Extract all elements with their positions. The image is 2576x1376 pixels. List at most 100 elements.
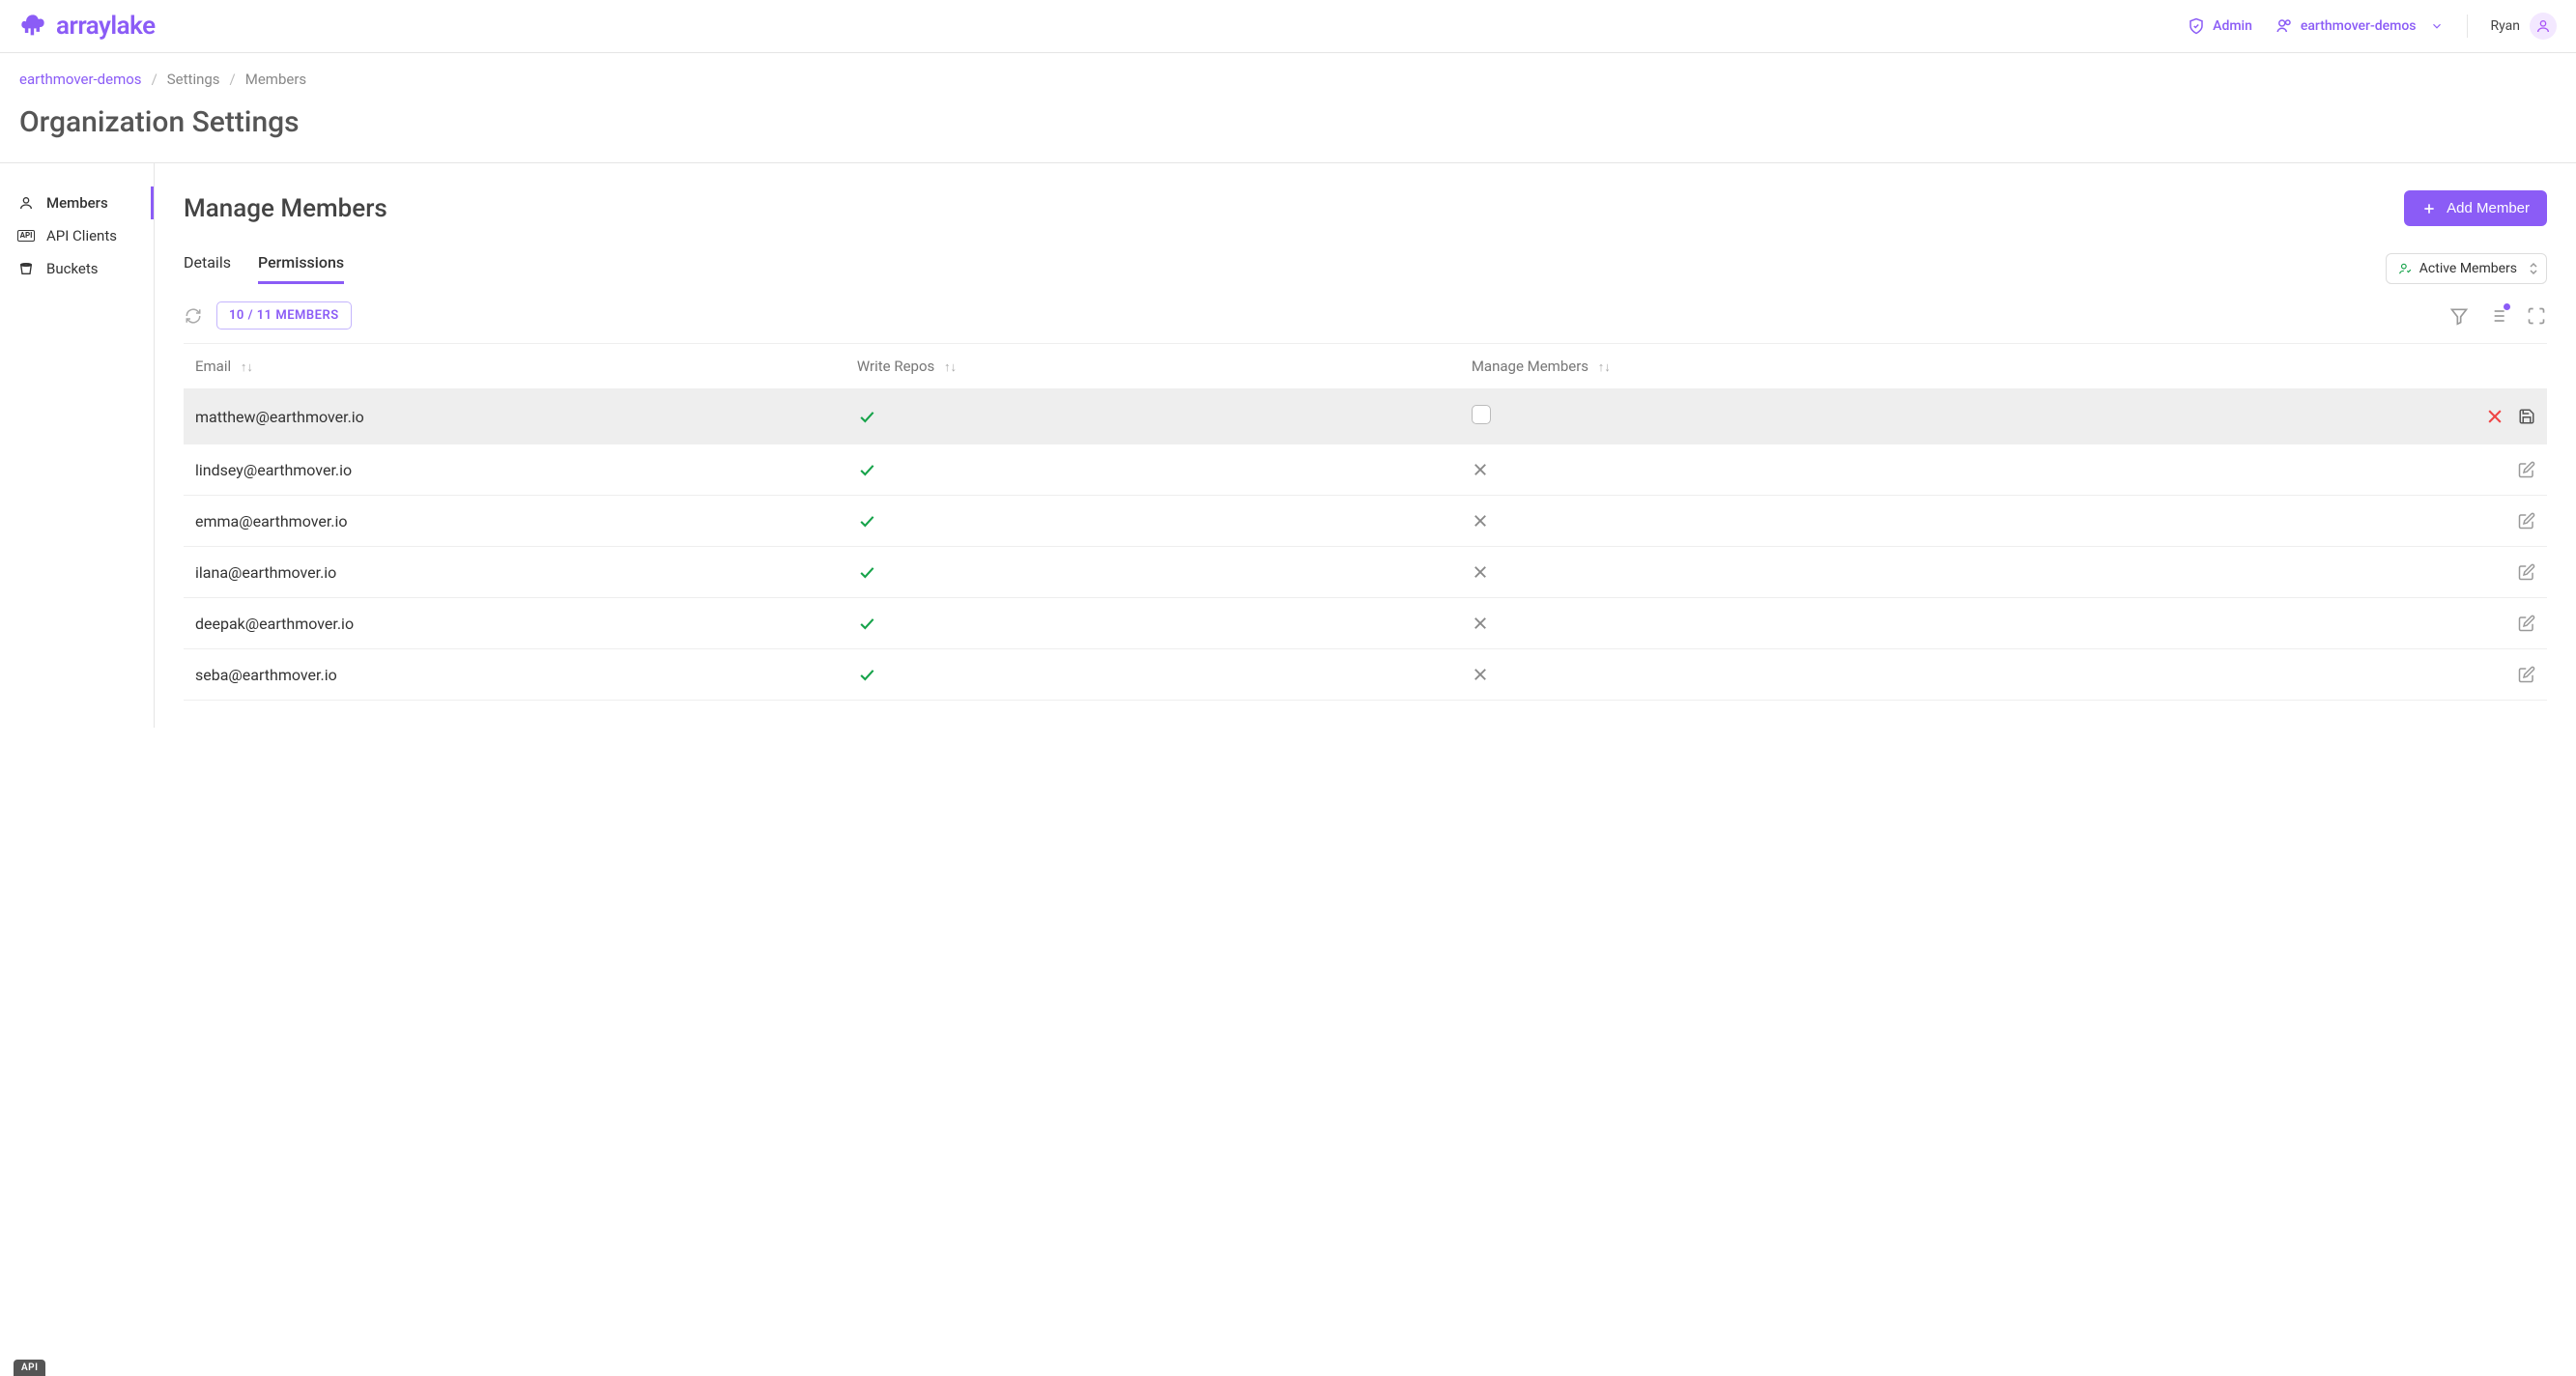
check-icon	[857, 460, 1448, 479]
cell-manage-members	[1460, 547, 2169, 598]
x-icon	[1472, 461, 2158, 478]
cell-manage-members	[1460, 598, 2169, 649]
members-table: Email ↑↓ Write Repos ↑↓ Manage Members ↑…	[184, 343, 2547, 701]
sidebar-item-members[interactable]: Members	[0, 186, 154, 219]
layout: Members API API Clients Buckets Manage M…	[0, 163, 2576, 728]
admin-link[interactable]: Admin	[2188, 17, 2252, 35]
user-menu[interactable]: Ryan	[2491, 13, 2558, 40]
cell-actions	[2169, 496, 2547, 547]
table-body: matthew@earthmover.iolindsey@earthmover.…	[184, 389, 2547, 701]
sidebar-item-api-clients[interactable]: API API Clients	[0, 219, 154, 252]
table-row: deepak@earthmover.io	[184, 598, 2547, 649]
edit-button[interactable]	[2518, 615, 2535, 632]
org-switcher[interactable]: earthmover-demos	[2275, 17, 2444, 35]
member-count-badge: 10 / 11 MEMBERS	[216, 301, 352, 330]
logo[interactable]: arraylake	[19, 12, 156, 41]
column-header-actions	[2169, 344, 2547, 389]
x-icon	[1472, 563, 2158, 581]
cell-manage-members[interactable]	[1460, 389, 2169, 444]
column-header-write-repos[interactable]: Write Repos ↑↓	[845, 344, 1460, 389]
toolbar: 10 / 11 MEMBERS	[184, 301, 2547, 330]
user-check-icon	[2398, 262, 2412, 275]
column-header-email[interactable]: Email ↑↓	[184, 344, 845, 389]
breadcrumb-page: Members	[245, 71, 306, 88]
check-icon	[857, 407, 1448, 426]
breadcrumb-sep: /	[230, 71, 236, 88]
cell-email: seba@earthmover.io	[184, 649, 845, 701]
cell-email: deepak@earthmover.io	[184, 598, 845, 649]
sidebar-item-label: Buckets	[46, 260, 99, 277]
cancel-button[interactable]	[2485, 407, 2504, 426]
app-header: arraylake Admin earthmover-demos Ryan	[0, 0, 2576, 53]
toolbar-left: 10 / 11 MEMBERS	[184, 301, 352, 330]
cell-manage-members	[1460, 496, 2169, 547]
table-row: ilana@earthmover.io	[184, 547, 2547, 598]
filter-select-label: Active Members	[2419, 261, 2517, 276]
cell-actions	[2169, 444, 2547, 496]
tab-permissions[interactable]: Permissions	[258, 253, 344, 284]
table-row: matthew@earthmover.io	[184, 389, 2547, 444]
breadcrumb-org[interactable]: earthmover-demos	[19, 71, 142, 88]
org-name: earthmover-demos	[2301, 18, 2417, 34]
breadcrumb: earthmover-demos / Settings / Members	[19, 71, 2557, 88]
columns-button[interactable]	[2487, 305, 2508, 327]
cell-actions	[2169, 649, 2547, 701]
edit-button[interactable]	[2518, 512, 2535, 530]
shield-icon	[2188, 17, 2205, 35]
cell-write-repos	[845, 496, 1460, 547]
main-title: Manage Members	[184, 194, 387, 223]
save-button[interactable]	[2518, 408, 2535, 425]
check-icon	[857, 665, 1448, 684]
table-row: lindsey@earthmover.io	[184, 444, 2547, 496]
cell-actions	[2169, 547, 2547, 598]
sidebar-item-label: Members	[46, 194, 108, 212]
api-icon: API	[17, 230, 35, 242]
cell-manage-members	[1460, 444, 2169, 496]
x-icon	[1472, 512, 2158, 530]
refresh-button[interactable]	[184, 306, 203, 326]
logo-text: arraylake	[56, 12, 156, 41]
api-float-badge[interactable]: API	[14, 1360, 45, 1376]
subheader: earthmover-demos / Settings / Members Or…	[0, 53, 2576, 163]
plus-icon	[2421, 201, 2437, 216]
toolbar-right	[2448, 305, 2547, 327]
x-icon	[1472, 615, 2158, 632]
breadcrumb-sep: /	[152, 71, 157, 88]
sidebar-item-label: API Clients	[46, 227, 117, 244]
edit-button[interactable]	[2518, 461, 2535, 478]
cell-manage-members	[1460, 649, 2169, 701]
sidebar-item-buckets[interactable]: Buckets	[0, 252, 154, 285]
check-icon	[857, 614, 1448, 633]
sidebar: Members API API Clients Buckets	[0, 163, 155, 728]
cell-email: lindsey@earthmover.io	[184, 444, 845, 496]
check-icon	[857, 511, 1448, 530]
cell-write-repos	[845, 598, 1460, 649]
logo-icon	[19, 13, 46, 40]
chevron-down-icon	[2430, 19, 2444, 33]
select-chevron-icon	[2529, 262, 2538, 275]
edit-button[interactable]	[2518, 666, 2535, 683]
user-name: Ryan	[2491, 18, 2521, 34]
edit-button[interactable]	[2518, 563, 2535, 581]
table-row: seba@earthmover.io	[184, 649, 2547, 701]
cell-actions	[2169, 389, 2547, 444]
filter-select[interactable]: Active Members	[2386, 253, 2547, 284]
tabs-row: Details Permissions Active Members	[184, 253, 2547, 284]
tab-details[interactable]: Details	[184, 253, 231, 284]
expand-button[interactable]	[2526, 305, 2547, 327]
cell-write-repos	[845, 649, 1460, 701]
column-header-manage-members[interactable]: Manage Members ↑↓	[1460, 344, 2169, 389]
add-member-button[interactable]: Add Member	[2404, 190, 2547, 226]
cell-write-repos	[845, 389, 1460, 444]
manage-checkbox[interactable]	[1472, 405, 1491, 424]
admin-label: Admin	[2213, 18, 2252, 34]
filter-button[interactable]	[2448, 305, 2470, 327]
avatar	[2530, 13, 2557, 40]
x-icon	[1472, 666, 2158, 683]
divider	[2467, 14, 2468, 38]
table-row: emma@earthmover.io	[184, 496, 2547, 547]
page-title: Organization Settings	[19, 105, 2557, 139]
tabs: Details Permissions	[184, 253, 344, 284]
header-right: Admin earthmover-demos Ryan	[2188, 13, 2557, 40]
cell-email: matthew@earthmover.io	[184, 389, 845, 444]
